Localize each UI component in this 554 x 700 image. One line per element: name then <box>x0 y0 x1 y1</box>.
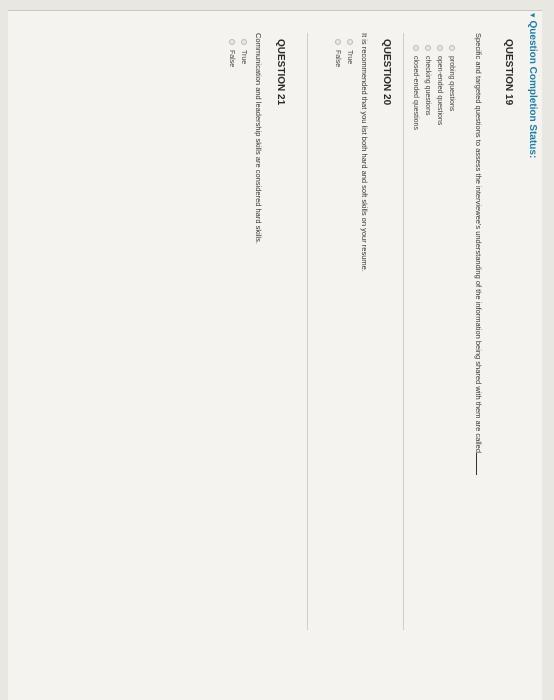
option-true[interactable]: True <box>344 39 356 690</box>
option-probing-questions[interactable]: probing questions <box>446 45 458 690</box>
rotated-page: ▾ Question Completion Status: QUESTION 1… <box>0 0 554 700</box>
option-label: closed-ended questions <box>412 56 420 130</box>
answer-options: True False <box>332 39 356 690</box>
questions-content: QUESTION 19 Specific and targeted questi… <box>8 33 518 690</box>
option-label: open-ended questions <box>436 56 444 126</box>
answer-options: probing questions open-ended questions c… <box>410 45 458 690</box>
question-heading: QUESTION 19 <box>503 39 514 106</box>
option-label: checking questions <box>424 56 432 116</box>
radio-button-icon[interactable] <box>347 39 353 45</box>
question-21: QUESTION 21 Communication and leadership… <box>226 33 290 690</box>
completion-status-bar[interactable]: ▾ Question Completion Status: <box>524 11 542 700</box>
question-text: It is recommended that you list both har… <box>360 33 369 272</box>
radio-button-icon[interactable] <box>413 45 419 51</box>
question-text-content: Specific and targeted questions to asses… <box>474 33 483 454</box>
answer-options: True False <box>226 39 250 690</box>
question-heading: QUESTION 21 <box>275 39 286 106</box>
completion-status-label[interactable]: Question Completion Status: <box>528 21 539 159</box>
radio-button-icon[interactable] <box>425 45 431 51</box>
option-label: False <box>334 50 342 68</box>
assessment-frame: ▾ Question Completion Status: QUESTION 1… <box>8 10 542 700</box>
radio-button-icon[interactable] <box>335 39 341 45</box>
radio-button-icon[interactable] <box>449 45 455 51</box>
option-open-ended-questions[interactable]: open-ended questions <box>434 45 446 690</box>
chevron-down-icon[interactable]: ▾ <box>528 13 539 18</box>
radio-button-icon[interactable] <box>241 39 247 45</box>
option-label: True <box>346 50 354 65</box>
radio-button-icon[interactable] <box>229 39 235 45</box>
option-label: False <box>228 50 236 68</box>
answer-blank <box>476 453 484 476</box>
question-20: QUESTION 20 It is recommended that you l… <box>332 33 396 690</box>
question-19: QUESTION 19 Specific and targeted questi… <box>410 33 518 690</box>
option-true[interactable]: True <box>238 39 250 690</box>
radio-button-icon[interactable] <box>437 45 443 51</box>
option-label: probing questions <box>448 56 456 112</box>
question-text: Specific and targeted questions to asses… <box>472 33 484 690</box>
option-label: True <box>240 50 248 65</box>
option-checking-questions[interactable]: checking questions <box>422 45 434 690</box>
question-heading: QUESTION 20 <box>381 39 392 106</box>
question-text: Communication and leadership skills are … <box>254 33 263 244</box>
question-divider <box>403 33 404 630</box>
option-closed-ended-questions[interactable]: closed-ended questions <box>410 45 422 690</box>
option-false[interactable]: False <box>226 39 238 690</box>
question-divider <box>307 33 308 630</box>
option-false[interactable]: False <box>332 39 344 690</box>
